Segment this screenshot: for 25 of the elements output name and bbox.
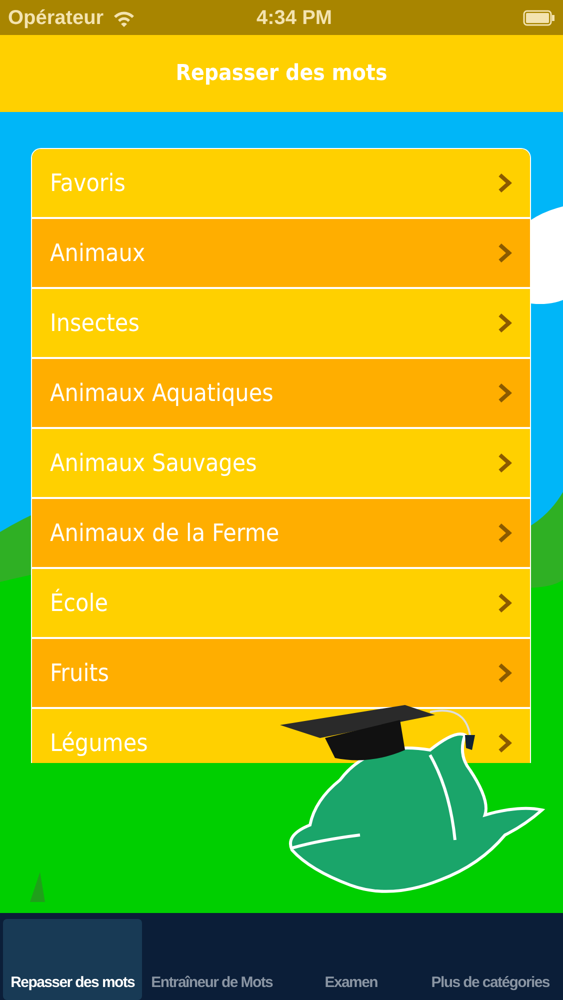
chevron-icon [498, 173, 512, 193]
category-row[interactable]: Insectes [32, 289, 530, 359]
chevron-icon [498, 383, 512, 403]
category-row[interactable]: Animaux Sauvages [32, 429, 530, 499]
category-row[interactable]: Animaux de la Ferme [32, 499, 530, 569]
tab[interactable]: Entraîneur de Mots [142, 919, 282, 1000]
chevron-icon [498, 733, 512, 753]
tab[interactable]: Plus de catégories [420, 919, 560, 1000]
category-row[interactable]: Fruits [32, 639, 530, 709]
category-row[interactable]: Favoris [32, 149, 530, 219]
chevron-icon [498, 453, 512, 473]
category-row[interactable]: Animaux [32, 219, 530, 289]
chevron-icon [498, 593, 512, 613]
chevron-icon [498, 243, 512, 263]
chevron-icon [498, 663, 512, 683]
clock-time: 4:34 PM [256, 6, 332, 30]
category-row[interactable]: Animaux Aquatiques [32, 359, 530, 429]
screen-title: Repasser des mots [176, 60, 388, 88]
tab[interactable]: Repasser des mots [3, 919, 142, 1000]
tab[interactable]: Examen [282, 919, 421, 1000]
chevron-icon [498, 313, 512, 333]
category-row[interactable]: École [32, 569, 530, 639]
chevron-icon [498, 523, 512, 543]
carrier-name: Opérateur [8, 6, 104, 30]
battery-icon [523, 10, 555, 26]
